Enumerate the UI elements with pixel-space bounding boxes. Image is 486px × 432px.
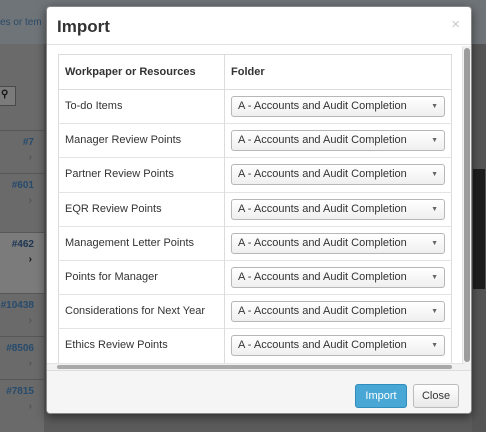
resource-name: Considerations for Next Year <box>58 294 225 329</box>
background-list-item: #7 › <box>0 130 44 173</box>
chevron-right-icon: › <box>28 358 32 369</box>
chevron-down-icon: ▼ <box>431 205 438 213</box>
table-row: EQR Review Points A - Accounts and Audit … <box>58 191 452 227</box>
folder-cell: A - Accounts and Audit Completion ▼ <box>224 259 452 295</box>
list-item-id: #7815 <box>6 386 34 397</box>
list-item-id: #8506 <box>6 343 34 354</box>
background-list-item: #10438 › <box>0 293 44 336</box>
folder-select[interactable]: A - Accounts and Audit Completion ▼ <box>231 198 445 220</box>
resource-name: To-do Items <box>58 88 225 124</box>
folder-select-value: A - Accounts and Audit Completion <box>238 134 407 147</box>
chevron-down-icon: ▼ <box>431 239 438 247</box>
folder-select[interactable]: A - Accounts and Audit Completion ▼ <box>231 301 445 323</box>
background-list-item: #462 › <box>0 232 44 293</box>
resource-name: Partner Review Points <box>58 157 225 193</box>
column-header-resource: Workpaper or Resources <box>58 54 225 90</box>
folder-select[interactable]: A - Accounts and Audit Completion ▼ <box>231 335 445 357</box>
folder-cell: A - Accounts and Audit Completion ▼ <box>224 88 452 124</box>
dialog-header: Import × <box>47 7 471 45</box>
background-scrollbar <box>472 44 486 432</box>
folder-select[interactable]: A - Accounts and Audit Completion ▼ <box>231 130 445 152</box>
folder-select-value: A - Accounts and Audit Completion <box>238 168 407 181</box>
chevron-down-icon: ▼ <box>431 103 438 111</box>
folder-cell: A - Accounts and Audit Completion ▼ <box>224 191 452 227</box>
chevron-down-icon: ▼ <box>431 308 438 316</box>
folder-select-value: A - Accounts and Audit Completion <box>238 305 407 318</box>
column-header-folder: Folder <box>224 54 452 90</box>
background-search-button: ⚲ <box>0 86 16 106</box>
dialog-footer: Import Close <box>47 370 471 413</box>
table-row: Points for Manager A - Accounts and Audit… <box>58 259 452 295</box>
table-row: Ethics Review Points A - Accounts and Aud… <box>58 328 452 363</box>
horizontal-scrollbar-thumb[interactable] <box>57 365 452 369</box>
folder-select-value: A - Accounts and Audit Completion <box>238 339 407 352</box>
chevron-down-icon: ▼ <box>431 171 438 179</box>
folder-cell: A - Accounts and Audit Completion ▼ <box>224 157 452 193</box>
dialog-body: Workpaper or Resources Folder To-do Item… <box>47 46 471 370</box>
search-icon: ⚲ <box>1 89 9 100</box>
close-button[interactable]: Close <box>413 384 459 408</box>
resource-name: Points for Manager <box>58 259 225 295</box>
close-icon[interactable]: × <box>451 17 460 32</box>
list-item-id: #7 <box>22 137 34 148</box>
table-row: Partner Review Points A - Accounts and Au… <box>58 157 452 193</box>
list-item-id: #601 <box>11 180 34 191</box>
background-list-item: #7815 › <box>0 379 44 422</box>
table-row: Management Letter Points A - Accounts and… <box>58 225 452 261</box>
list-item-id: #462 <box>11 239 34 250</box>
folder-cell: A - Accounts and Audit Completion ▼ <box>224 225 452 261</box>
background-breadcrumb: es or tem <box>0 17 42 28</box>
folder-cell: A - Accounts and Audit Completion ▼ <box>224 328 452 363</box>
folder-cell: A - Accounts and Audit Completion ▼ <box>224 123 452 158</box>
folder-select[interactable]: A - Accounts and Audit Completion ▼ <box>231 164 445 186</box>
folder-select-value: A - Accounts and Audit Completion <box>238 100 407 113</box>
import-table: Workpaper or Resources Folder To-do Item… <box>58 54 452 364</box>
folder-select-value: A - Accounts and Audit Completion <box>238 236 407 249</box>
background-list-item: #8506 › <box>0 336 44 379</box>
chevron-down-icon: ▼ <box>431 342 438 350</box>
import-button[interactable]: Import <box>355 384 407 408</box>
chevron-down-icon: ▼ <box>431 137 438 145</box>
chevron-right-icon: › <box>28 315 32 326</box>
resource-name: Ethics Review Points <box>58 328 225 363</box>
vertical-scrollbar-thumb[interactable] <box>464 48 470 362</box>
background-list-item: #601 › <box>0 173 44 232</box>
chevron-down-icon: ▼ <box>431 274 438 282</box>
resource-name: EQR Review Points <box>58 191 225 227</box>
chevron-right-icon: › <box>28 195 32 206</box>
import-dialog: Import × Workpaper or Resources Folder T… <box>46 6 472 414</box>
chevron-right-icon: › <box>28 254 32 265</box>
table-row: Considerations for Next Year A - Accounts… <box>58 294 452 329</box>
resource-name: Management Letter Points <box>58 225 225 261</box>
list-item-id: #10438 <box>0 300 34 311</box>
folder-select[interactable]: A - Accounts and Audit Completion ▼ <box>231 267 445 289</box>
vertical-scrollbar[interactable] <box>462 46 471 370</box>
chevron-right-icon: › <box>28 152 32 163</box>
table-row: Manager Review Points A - Accounts and Au… <box>58 123 452 158</box>
resource-name: Manager Review Points <box>58 123 225 158</box>
folder-select-value: A - Accounts and Audit Completion <box>238 271 407 284</box>
table-row: To-do Items A - Accounts and Audit Comple… <box>58 88 452 124</box>
folder-select[interactable]: A - Accounts and Audit Completion ▼ <box>231 232 445 254</box>
folder-cell: A - Accounts and Audit Completion ▼ <box>224 294 452 329</box>
table-header-row: Workpaper or Resources Folder <box>58 54 452 90</box>
dialog-title: Import <box>57 17 110 36</box>
folder-select[interactable]: A - Accounts and Audit Completion ▼ <box>231 96 445 118</box>
horizontal-scrollbar[interactable] <box>47 363 464 370</box>
chevron-right-icon: › <box>28 401 32 412</box>
folder-select-value: A - Accounts and Audit Completion <box>238 202 407 215</box>
